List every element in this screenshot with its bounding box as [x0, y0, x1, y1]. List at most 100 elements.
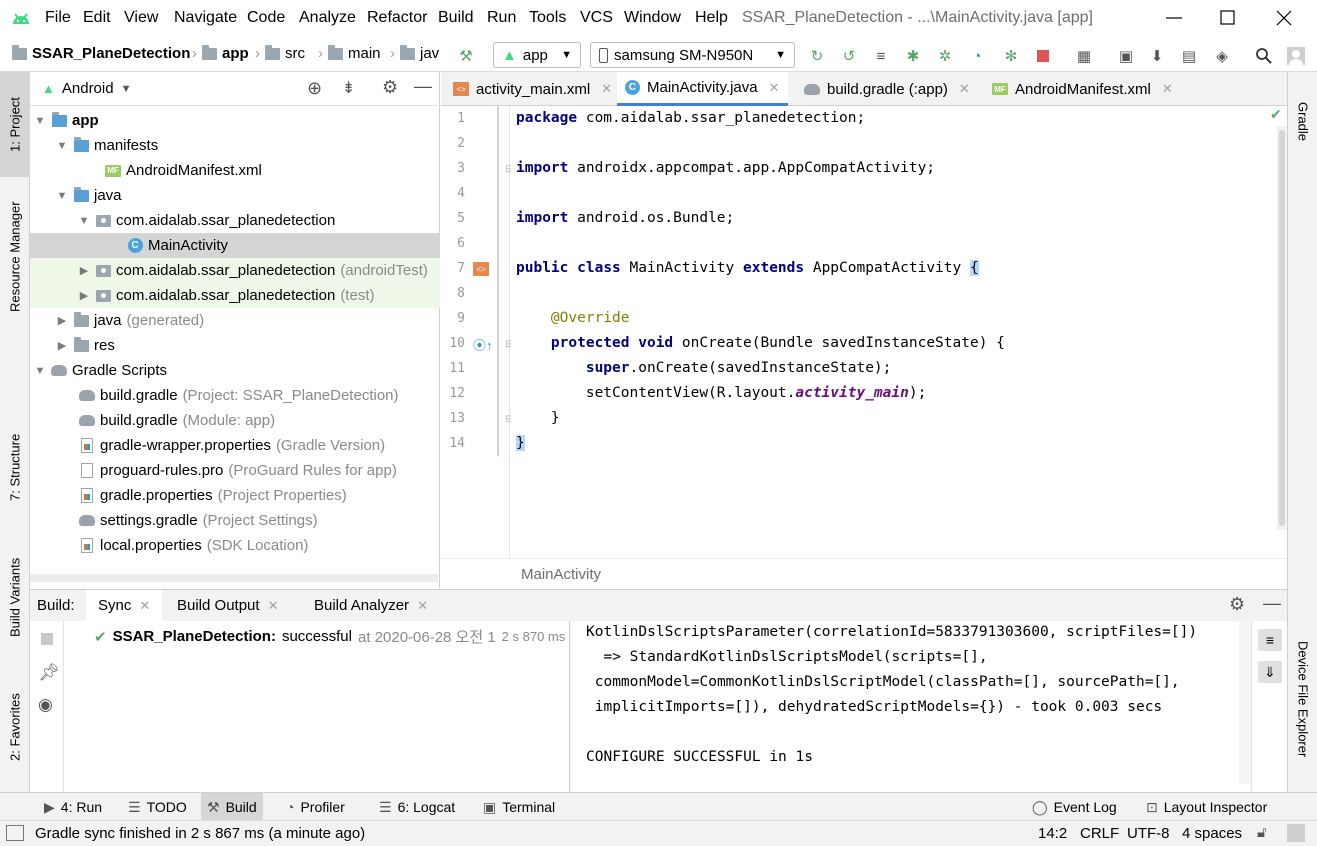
- close-icon[interactable]: [1274, 8, 1294, 28]
- menu-code[interactable]: Code: [247, 9, 285, 27]
- device-manager-icon[interactable]: ▤: [1180, 47, 1198, 65]
- build-tab-build-output[interactable]: Build Output ✕: [177, 597, 278, 614]
- run-icon[interactable]: ≡: [872, 47, 890, 65]
- device-select[interactable]: samsung SM-N950N ▼: [590, 42, 795, 68]
- menu-build[interactable]: Build: [438, 9, 474, 27]
- stop-icon[interactable]: [41, 633, 53, 645]
- sync-project-icon[interactable]: ▦: [1075, 47, 1093, 65]
- related-layout-icon[interactable]: <>: [473, 262, 489, 276]
- tree-item-mainactivity[interactable]: C MainActivity: [30, 233, 440, 258]
- close-tab-icon[interactable]: ✕: [769, 80, 780, 96]
- make-project-hammer-icon[interactable]: ⚒: [457, 47, 475, 65]
- breadcrumb-project[interactable]: SSAR_PlaneDetection: [12, 44, 190, 62]
- menu-refactor[interactable]: Refactor: [367, 9, 427, 27]
- caret-position[interactable]: 14:2: [1038, 825, 1067, 842]
- tree-item-java[interactable]: ▼ java: [30, 183, 440, 208]
- menu-vcs[interactable]: VCS: [580, 9, 613, 27]
- tree-item-gradle-properties[interactable]: gradle.properties (Project Properties): [30, 483, 440, 508]
- attach-process-icon[interactable]: ✻: [1002, 47, 1020, 65]
- maximize-icon[interactable]: [1218, 8, 1238, 28]
- close-tab-icon[interactable]: ✕: [601, 81, 612, 97]
- breadcrumb-main[interactable]: › main: [318, 44, 381, 62]
- tree-item-res[interactable]: ▶ res: [30, 333, 440, 358]
- tool-tab-device-file-explorer[interactable]: Device File Explorer: [1288, 627, 1317, 772]
- lock-icon[interactable]: 🔓︎: [1257, 824, 1267, 841]
- menu-edit[interactable]: Edit: [83, 9, 111, 27]
- close-tab-icon[interactable]: ✕: [139, 598, 150, 614]
- project-horizontal-scrollbar[interactable]: [30, 574, 438, 582]
- project-view-select[interactable]: ▲ Android ▼: [42, 80, 131, 97]
- menu-run[interactable]: Run: [487, 9, 516, 27]
- build-output-console[interactable]: KotlinDslScriptsParameter(correlationId=…: [571, 621, 1239, 784]
- menu-window[interactable]: Window: [624, 9, 681, 27]
- close-tab-icon[interactable]: ✕: [417, 598, 428, 614]
- build-tab-sync[interactable]: Sync ✕: [86, 590, 163, 621]
- tool-event-log[interactable]: ◯ Event Log: [1026, 793, 1123, 821]
- locate-target-icon[interactable]: ⊕: [307, 78, 322, 99]
- eye-icon[interactable]: ◉: [38, 695, 53, 715]
- breadcrumb-src[interactable]: › src: [255, 44, 305, 62]
- status-message[interactable]: Gradle sync finished in 2 s 867 ms (a mi…: [35, 825, 365, 842]
- build-tab-build-analyzer[interactable]: Build Analyzer ✕: [314, 597, 428, 614]
- tool-terminal[interactable]: ▣ Terminal: [477, 793, 561, 821]
- tree-item-java-generated[interactable]: ▶ java (generated): [30, 308, 440, 333]
- attach-debugger-icon[interactable]: ◔: [968, 47, 986, 65]
- apply-code-changes-icon[interactable]: ↺: [840, 47, 858, 65]
- breadcrumb-app[interactable]: › app: [192, 44, 249, 62]
- hide-panel-icon[interactable]: —: [414, 76, 432, 97]
- tree-item-build-gradle-module[interactable]: build.gradle (Module: app): [30, 408, 440, 433]
- line-separator[interactable]: CRLF: [1080, 825, 1119, 842]
- tree-item-app[interactable]: ▼ app: [30, 108, 440, 133]
- indent-setting[interactable]: 4 spaces: [1182, 825, 1242, 842]
- tool-logcat[interactable]: ☰ 6: Logcat: [373, 793, 461, 821]
- sdk-manager-icon[interactable]: ⬇: [1148, 47, 1166, 65]
- tree-item-package-test[interactable]: ▶ com.aidalab.ssar_planedetection (test): [30, 283, 440, 308]
- tool-profiler[interactable]: ◔ Profiler: [280, 793, 351, 821]
- apply-changes-restart-icon[interactable]: ↻: [808, 47, 826, 65]
- tool-tab-project[interactable]: 1: Project: [0, 72, 30, 177]
- tool-windows-toggle-icon[interactable]: [6, 825, 24, 841]
- tool-tab-structure[interactable]: 7: Structure: [0, 412, 30, 522]
- close-tab-icon[interactable]: ✕: [959, 81, 970, 97]
- code-editor[interactable]: package com.aidalab.ssar_planedetection;…: [511, 106, 1277, 558]
- tree-item-local-properties[interactable]: local.properties (SDK Location): [30, 533, 440, 558]
- tab-activity-main-xml[interactable]: <> activity_main.xml ✕: [445, 72, 620, 106]
- tool-layout-inspector[interactable]: ⊡ Layout Inspector: [1140, 793, 1273, 821]
- build-result-row[interactable]: ✔ SSAR_PlaneDetection: successful at 202…: [94, 626, 565, 647]
- soft-wrap-icon[interactable]: ≡: [1258, 629, 1282, 651]
- project-structure-icon[interactable]: ◈: [1213, 47, 1231, 65]
- inspector-face-icon[interactable]: [1287, 824, 1305, 842]
- stop-icon[interactable]: [1034, 47, 1052, 65]
- tool-todo[interactable]: ☰ TODO: [122, 793, 193, 821]
- tree-item-proguard[interactable]: proguard-rules.pro (ProGuard Rules for a…: [30, 458, 440, 483]
- avd-manager-icon[interactable]: ▣: [1117, 47, 1135, 65]
- tab-build-gradle-app[interactable]: build.gradle (:app) ✕: [796, 72, 978, 106]
- file-encoding[interactable]: UTF-8: [1127, 825, 1170, 842]
- tool-tab-gradle[interactable]: Gradle: [1288, 82, 1317, 162]
- editor-breadcrumb-item[interactable]: MainActivity: [521, 566, 601, 583]
- breadcrumb-java[interactable]: › jav: [390, 44, 439, 62]
- menu-file[interactable]: File: [45, 9, 71, 27]
- tab-androidmanifest-xml[interactable]: MF AndroidManifest.xml ✕: [984, 72, 1181, 106]
- tree-item-gradle-wrapper[interactable]: gradle-wrapper.properties (Gradle Versio…: [30, 433, 440, 458]
- gear-icon[interactable]: ⚙: [1229, 594, 1245, 615]
- menu-view[interactable]: View: [124, 9, 158, 27]
- pin-icon[interactable]: 📌︎: [38, 663, 60, 683]
- hide-panel-icon[interactable]: —: [1263, 593, 1281, 614]
- tool-tab-resource-manager[interactable]: Resource Manager: [0, 192, 30, 322]
- tool-build[interactable]: ⚒ Build: [201, 793, 263, 821]
- tree-item-gradle-scripts[interactable]: ▼ Gradle Scripts: [30, 358, 440, 383]
- menu-tools[interactable]: Tools: [529, 9, 566, 27]
- profile-icon[interactable]: ✲: [936, 47, 954, 65]
- user-avatar-icon[interactable]: [1287, 47, 1305, 65]
- editor-vertical-scrollbar[interactable]: [1277, 126, 1287, 530]
- tree-item-build-gradle-project[interactable]: build.gradle (Project: SSAR_PlaneDetecti…: [30, 383, 440, 408]
- scroll-to-end-icon[interactable]: ⇓: [1258, 661, 1282, 683]
- tool-run[interactable]: ▶ 4: Run: [38, 793, 108, 821]
- console-vertical-scrollbar[interactable]: [1239, 621, 1251, 784]
- tool-tab-favorites[interactable]: 2: Favorites: [0, 672, 30, 782]
- override-marker-icon[interactable]: ⦿↑: [473, 335, 493, 354]
- menu-help[interactable]: Help: [695, 9, 728, 27]
- close-tab-icon[interactable]: ✕: [1162, 81, 1173, 97]
- search-icon[interactable]: [1255, 47, 1273, 65]
